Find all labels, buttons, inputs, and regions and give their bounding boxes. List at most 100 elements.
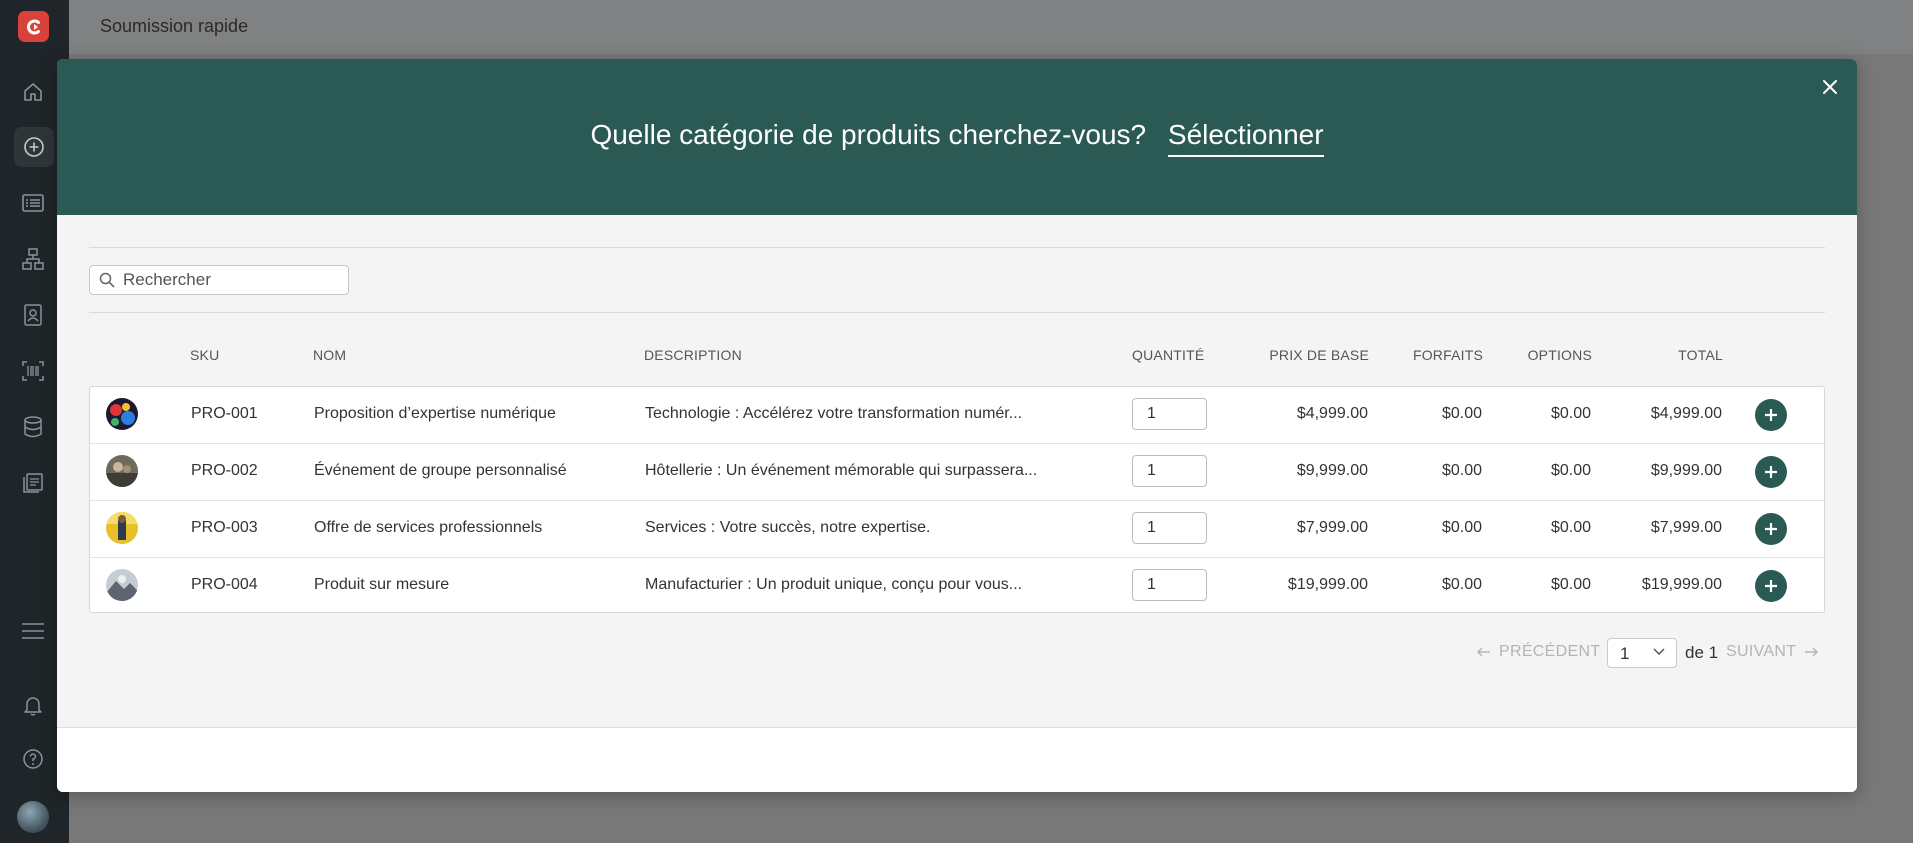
plus-icon [1765,466,1777,478]
menu-icon [22,623,44,639]
base-price-cell: $4,999.00 [1296,405,1368,422]
app-logo[interactable] [18,11,49,42]
nav-contacts[interactable] [19,301,47,329]
total-cell: $7,999.00 [1650,519,1722,536]
divider [89,312,1825,313]
list-icon [22,194,44,212]
previous-page-button[interactable]: PRÉCÉDENT [1477,643,1600,661]
divider [89,247,1825,248]
quantity-input[interactable] [1132,569,1207,601]
nav-notifications[interactable] [19,691,47,719]
add-product-button[interactable] [1755,399,1787,431]
logo-icon [26,19,40,34]
quantity-input[interactable] [1132,398,1207,430]
category-question: Quelle catégorie de produits cherchez-vo… [590,119,1147,150]
sku-cell: PRO-001 [191,405,258,422]
nav-barcode[interactable] [19,357,47,385]
home-icon [24,83,42,101]
base-price-cell: $7,999.00 [1296,519,1368,536]
user-avatar[interactable] [17,801,49,833]
packages-cell: $0.00 [1441,405,1482,422]
options-cell: $0.00 [1550,462,1591,479]
total-cell: $4,999.00 [1650,405,1722,422]
nav-home[interactable] [19,78,47,106]
base-price-cell: $19,999.00 [1287,576,1368,593]
options-cell: $0.00 [1550,576,1591,593]
sku-cell: PRO-004 [191,576,258,593]
barcode-icon [22,361,44,381]
close-button[interactable] [1818,75,1842,99]
name-cell: Proposition d’expertise numérique [314,405,556,422]
database-icon [24,416,42,438]
packages-cell: $0.00 [1441,519,1482,536]
modal-footer [57,728,1857,792]
previous-label: PRÉCÉDENT [1499,643,1601,660]
next-page-button[interactable]: SUIVANT [1726,643,1819,661]
nav-list[interactable] [19,189,47,217]
product-thumbnail [106,569,138,601]
sku-cell: PRO-002 [191,462,258,479]
page-select[interactable]: 1 [1607,638,1677,668]
current-page: 1 [1620,644,1630,663]
chevron-down-icon [1653,648,1665,656]
column-header-options: OPTIONS [1527,347,1592,363]
search-icon [99,272,115,288]
page-title: Soumission rapide [100,16,249,36]
plus-circle-icon [24,137,44,157]
plus-icon [1765,523,1777,535]
help-icon [23,749,43,769]
add-product-button[interactable] [1755,570,1787,602]
nav-structure[interactable] [19,245,47,273]
table-row[interactable]: PRO-004 Produit sur mesure Manufacturier… [90,558,1824,615]
table-row[interactable]: PRO-003 Offre de services professionnels… [90,501,1824,558]
search-box[interactable] [89,265,349,295]
description-cell: Technologie : Accélérez votre transforma… [645,405,1023,422]
nav-catalog[interactable] [19,469,47,497]
nav-menu[interactable] [19,617,47,645]
page-header [69,0,1913,54]
product-picker-modal: Quelle catégorie de produits cherchez-vo… [57,59,1857,792]
arrow-right-icon [1805,647,1819,657]
name-cell: Événement de groupe personnalisé [314,462,567,479]
add-product-button[interactable] [1755,513,1787,545]
quantity-input[interactable] [1132,455,1207,487]
nav-help[interactable] [19,745,47,773]
name-cell: Produit sur mesure [314,576,450,593]
category-prompt: Quelle catégorie de produits cherchez-vo… [57,119,1857,157]
table-row[interactable]: PRO-001 Proposition d’expertise numériqu… [90,387,1824,444]
search-input[interactable] [123,270,343,290]
pagination: PRÉCÉDENT 1 de 1 SUIVANT [57,638,1857,668]
quantity-input[interactable] [1132,512,1207,544]
name-cell: Offre de services professionnels [314,519,543,536]
bell-icon [24,697,42,716]
description-cell: Hôtellerie : Un événement mémorable qui … [645,462,1038,479]
plus-icon [1765,580,1777,592]
nav-quick-quote[interactable] [14,127,54,167]
base-price-cell: $9,999.00 [1296,462,1368,479]
packages-cell: $0.00 [1441,462,1482,479]
modal-header: Quelle catégorie de produits cherchez-vo… [57,59,1857,215]
table-row[interactable]: PRO-002 Événement de groupe personnalisé… [90,444,1824,501]
arrow-left-icon [1477,647,1490,657]
column-header-packages: FORFAITS [1412,347,1483,363]
hierarchy-icon [22,248,44,270]
description-cell: Manufacturier : Un produit unique, conçu… [645,576,1023,593]
total-cell: $9,999.00 [1650,462,1722,479]
nav-database[interactable] [19,413,47,441]
product-thumbnail [106,398,138,430]
category-select[interactable]: Sélectionner [1167,119,1324,157]
close-icon [1823,80,1837,94]
options-cell: $0.00 [1550,405,1591,422]
add-product-button[interactable] [1755,456,1787,488]
column-header-description: DESCRIPTION [644,347,742,363]
column-header-total: TOTAL [1678,347,1723,363]
total-cell: $19,999.00 [1641,576,1722,593]
column-header-base-price: PRIX DE BASE [1269,347,1369,363]
options-cell: $0.00 [1550,519,1591,536]
page-count: de 1 [1685,643,1719,662]
product-thumbnail [106,512,138,544]
product-thumbnail [106,455,138,487]
sku-cell: PRO-003 [191,519,258,536]
products-table: PRO-001 Proposition d’expertise numériqu… [89,386,1825,613]
next-label: SUIVANT [1726,643,1797,660]
